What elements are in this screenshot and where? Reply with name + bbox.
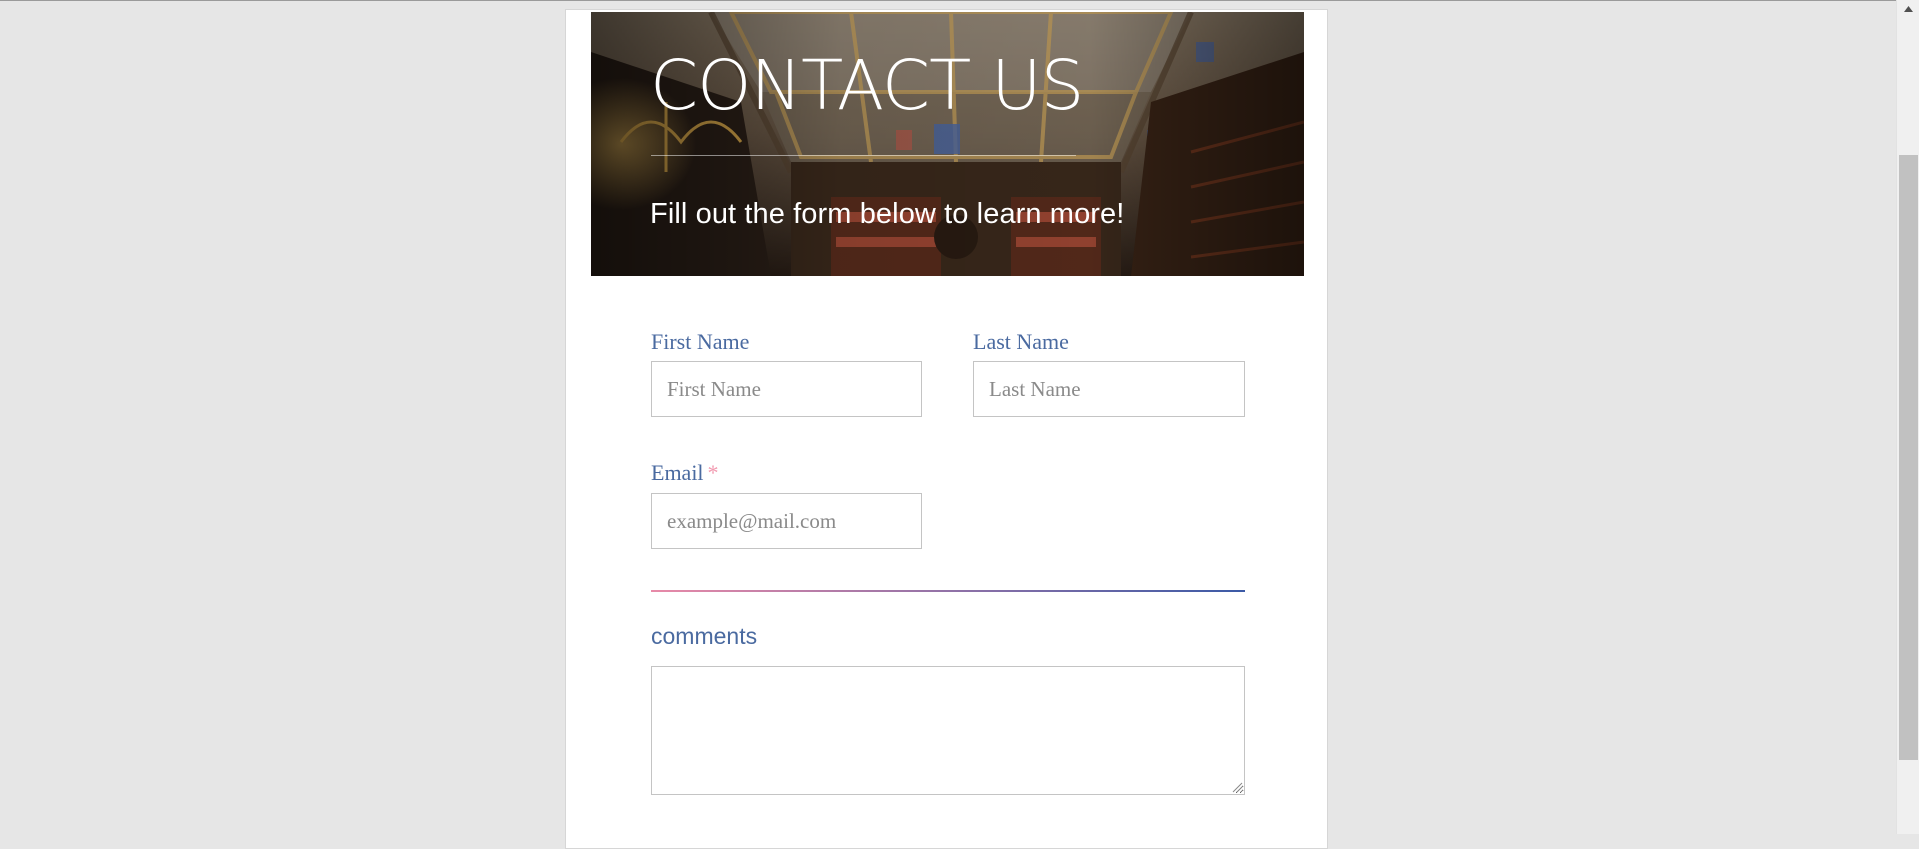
email-input[interactable] xyxy=(651,493,922,549)
email-label-row: Email * xyxy=(651,460,719,486)
hero-divider xyxy=(651,155,1076,156)
email-label: Email xyxy=(651,460,704,485)
scroll-up-button[interactable] xyxy=(1897,0,1919,17)
comments-textarea[interactable] xyxy=(651,666,1245,795)
scrollbar-thumb[interactable] xyxy=(1899,155,1918,760)
triangle-up-icon xyxy=(1903,5,1913,12)
last-name-input[interactable] xyxy=(973,361,1245,417)
page-subtitle: Fill out the form below to learn more! xyxy=(650,198,1125,230)
section-divider xyxy=(651,590,1245,592)
page-title: CONTACT US xyxy=(650,46,1084,126)
required-mark: * xyxy=(707,460,719,485)
last-name-label: Last Name xyxy=(973,329,1069,354)
vertical-scrollbar[interactable] xyxy=(1896,0,1919,834)
hero-banner: CONTACT US Fill out the form below to le… xyxy=(591,12,1304,276)
comments-label: comments xyxy=(651,623,758,649)
first-name-input[interactable] xyxy=(651,361,922,417)
first-name-label: First Name xyxy=(651,329,750,354)
window-top-border xyxy=(0,0,1919,1)
contact-form-card: CONTACT US Fill out the form below to le… xyxy=(565,9,1328,849)
resize-grip-icon[interactable] xyxy=(1232,782,1243,793)
